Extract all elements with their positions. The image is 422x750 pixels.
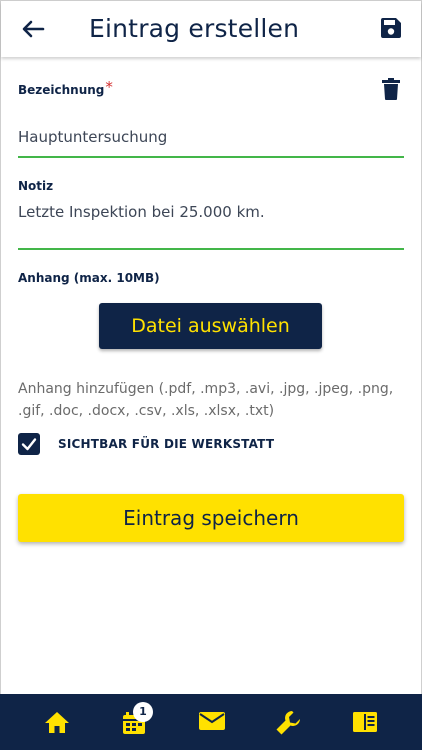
bottom-nav <box>0 694 422 750</box>
attachment-label: Anhang (max. 10MB) <box>18 271 160 285</box>
nav-workshop[interactable] <box>275 710 303 736</box>
trash-icon <box>382 78 400 100</box>
visibility-label: SICHTBAR FÜR DIE WERKSTATT <box>58 437 275 451</box>
nav-mail[interactable] <box>198 710 226 736</box>
book-icon <box>353 712 377 732</box>
app-frame <box>0 0 422 750</box>
note-label: Notiz <box>18 179 54 193</box>
calendar-badge: 1 <box>133 702 153 722</box>
name-input[interactable] <box>18 118 404 158</box>
home-icon <box>45 712 69 733</box>
attachment-hint: Anhang hinzufügen (.pdf, .mp3, .avi, .jp… <box>18 381 394 419</box>
wrench-icon <box>276 711 300 735</box>
floppy-disk-icon <box>381 18 401 38</box>
app-header: Eintrag erstellen <box>1 1 421 57</box>
nav-logbook[interactable] <box>352 710 380 736</box>
nav-home[interactable] <box>44 710 72 736</box>
checkmark-icon <box>21 438 37 451</box>
name-label: Bezeichnung* <box>18 78 113 98</box>
page-title: Eintrag erstellen <box>89 14 300 43</box>
arrow-left-icon <box>22 20 45 38</box>
back-button[interactable] <box>19 15 47 43</box>
save-icon-button[interactable] <box>379 16 403 40</box>
save-entry-button[interactable]: Eintrag speichern <box>18 494 404 542</box>
mail-icon <box>199 712 225 730</box>
name-label-text: Bezeichnung <box>18 83 105 97</box>
choose-file-button[interactable]: Datei auswählen <box>99 303 322 349</box>
delete-button[interactable] <box>381 78 401 100</box>
required-marker: * <box>105 78 113 96</box>
visibility-checkbox[interactable] <box>18 433 40 455</box>
note-textarea[interactable]: Letzte Inspektion bei 25.000 km. <box>18 198 404 250</box>
